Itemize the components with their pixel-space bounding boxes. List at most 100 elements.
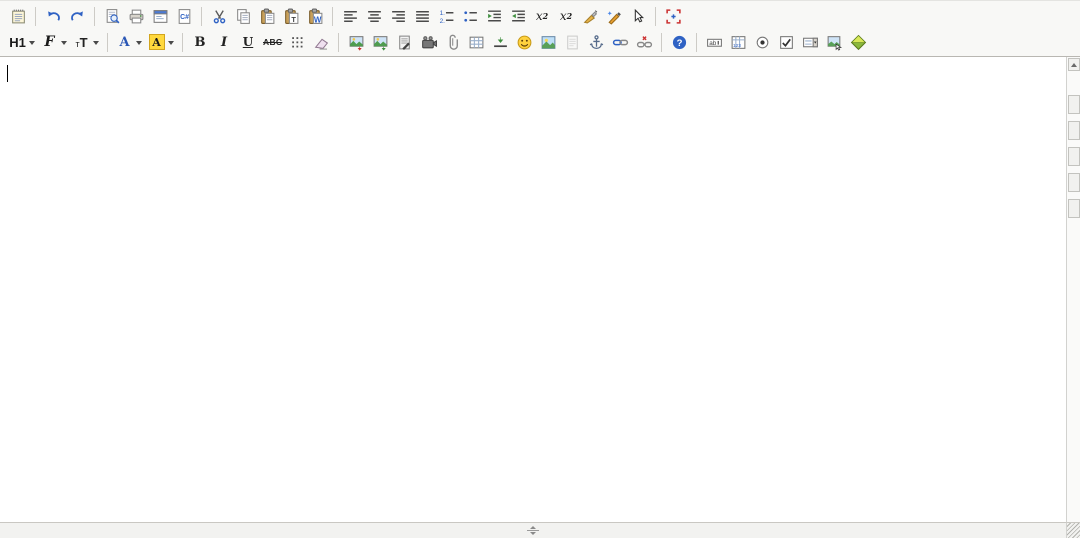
- outdent-button[interactable]: [507, 5, 529, 27]
- page-break-icon: [564, 34, 581, 51]
- copy-button[interactable]: [232, 5, 254, 27]
- toolbar-separator: [35, 6, 36, 26]
- templates-button[interactable]: [149, 5, 171, 27]
- printer-icon: [128, 8, 145, 25]
- redo-button[interactable]: [66, 5, 88, 27]
- preview-icon: [104, 8, 121, 25]
- unlink-icon: [636, 34, 653, 51]
- preview-button[interactable]: [101, 5, 123, 27]
- right-scrollbar-rail: [1066, 57, 1080, 522]
- corner-resize-grip[interactable]: [1066, 522, 1080, 538]
- remove-link-button[interactable]: [633, 31, 655, 53]
- scroll-up-button[interactable]: [1067, 58, 1080, 71]
- insert-emoticon-button[interactable]: [513, 31, 535, 53]
- color-dropper-button[interactable]: [579, 5, 601, 27]
- insert-image-button[interactable]: [345, 31, 367, 53]
- insert-table-button[interactable]: [465, 31, 487, 53]
- select-cursor-button[interactable]: [627, 5, 649, 27]
- align-right-button[interactable]: [387, 5, 409, 27]
- font-select[interactable]: F: [39, 31, 69, 53]
- underline-icon: U: [242, 35, 254, 49]
- form-textarea-button[interactable]: 123: [727, 31, 749, 53]
- heading-select[interactable]: H1: [7, 31, 37, 53]
- resize-down-arrow-icon: [530, 532, 536, 535]
- toolbar-row-2: H1 Fт T A A B I U ABC? ab 123: [2, 29, 1078, 55]
- insert-video-button[interactable]: [417, 31, 439, 53]
- highlight-color-button[interactable]: A: [146, 31, 176, 53]
- form-textfield-button[interactable]: ab: [703, 31, 725, 53]
- side-rail-button-1[interactable]: [1067, 95, 1080, 114]
- spell-check-button[interactable]: [603, 5, 625, 27]
- form-submit-button[interactable]: [847, 31, 869, 53]
- side-rail-button-4[interactable]: [1067, 173, 1080, 192]
- cursor-icon: [630, 8, 647, 25]
- text-color-icon: A: [119, 34, 130, 50]
- checkbox-icon: [778, 34, 795, 51]
- paste-button[interactable]: [256, 5, 278, 27]
- page-break-button[interactable]: [561, 31, 583, 53]
- maximize-button[interactable]: [662, 5, 684, 27]
- resize-handle[interactable]: [523, 525, 543, 536]
- form-image-button[interactable]: [823, 31, 845, 53]
- justify-button[interactable]: [411, 5, 433, 27]
- svg-text:1.: 1.: [439, 9, 445, 16]
- form-select-button[interactable]: [799, 31, 821, 53]
- print-button[interactable]: [125, 5, 147, 27]
- underline-button[interactable]: U: [237, 31, 259, 53]
- insert-rule-button[interactable]: [489, 31, 511, 53]
- help-button[interactable]: ?: [668, 31, 690, 53]
- insert-picture-button[interactable]: [537, 31, 559, 53]
- dropdown-arrow-icon: [136, 40, 142, 45]
- insert-media-button[interactable]: [393, 31, 415, 53]
- toolbar-separator: [182, 32, 183, 52]
- toolbar-row-1: C# T W 1. 2. x 2 x 2: [2, 3, 1078, 29]
- remove-format-button[interactable]: [310, 31, 332, 53]
- toolbar-separator: [201, 6, 202, 26]
- new-document-button[interactable]: [7, 5, 29, 27]
- side-rail-button-2[interactable]: [1067, 121, 1080, 140]
- special-characters-button[interactable]: [286, 31, 308, 53]
- paste-icon: [259, 8, 276, 25]
- paste-as-text-button[interactable]: T: [280, 5, 302, 27]
- dropdown-arrow-icon: [93, 40, 99, 45]
- upload-image-button[interactable]: [369, 31, 391, 53]
- indent-button[interactable]: [483, 5, 505, 27]
- italic-button[interactable]: I: [213, 31, 235, 53]
- ordered-list-button[interactable]: 1. 2.: [435, 5, 457, 27]
- align-left-icon: [342, 8, 359, 25]
- dropdown-arrow-icon: [29, 40, 35, 45]
- subscript-button[interactable]: x2: [531, 5, 553, 27]
- insert-anchor-button[interactable]: [585, 31, 607, 53]
- undo-icon: [45, 8, 62, 25]
- magic-pen-icon: [606, 8, 623, 25]
- toolbar-separator: [107, 32, 108, 52]
- align-left-button[interactable]: [339, 5, 361, 27]
- unordered-list-button[interactable]: [459, 5, 481, 27]
- font-size-select[interactable]: тT: [71, 31, 101, 53]
- align-center-button[interactable]: [363, 5, 385, 27]
- dropper-icon: [582, 8, 599, 25]
- form-checkbox-button[interactable]: [775, 31, 797, 53]
- heading-icon: H1: [9, 34, 26, 50]
- form-radio-button[interactable]: [751, 31, 773, 53]
- editor-content-area[interactable]: [0, 57, 1066, 522]
- textarea-grid-icon: 123: [730, 34, 747, 51]
- media-document-icon: [396, 34, 413, 51]
- cut-button[interactable]: [208, 5, 230, 27]
- strikethrough-button[interactable]: ABC: [261, 31, 284, 53]
- attach-file-button[interactable]: [441, 31, 463, 53]
- text-color-button[interactable]: A: [114, 31, 144, 53]
- insert-image-icon: [348, 34, 365, 51]
- paste-word-icon: W: [307, 8, 324, 25]
- bold-button[interactable]: B: [189, 31, 211, 53]
- scroll-up-arrow-icon: [1070, 62, 1077, 67]
- italic-icon: I: [220, 34, 228, 50]
- paste-from-word-button[interactable]: W: [304, 5, 326, 27]
- horizontal-rule-icon: [492, 34, 509, 51]
- undo-button[interactable]: [42, 5, 64, 27]
- side-rail-button-5[interactable]: [1067, 199, 1080, 218]
- insert-link-button[interactable]: [609, 31, 631, 53]
- document-properties-button[interactable]: C#: [173, 5, 195, 27]
- side-rail-button-3[interactable]: [1067, 147, 1080, 166]
- superscript-button[interactable]: x2: [555, 5, 577, 27]
